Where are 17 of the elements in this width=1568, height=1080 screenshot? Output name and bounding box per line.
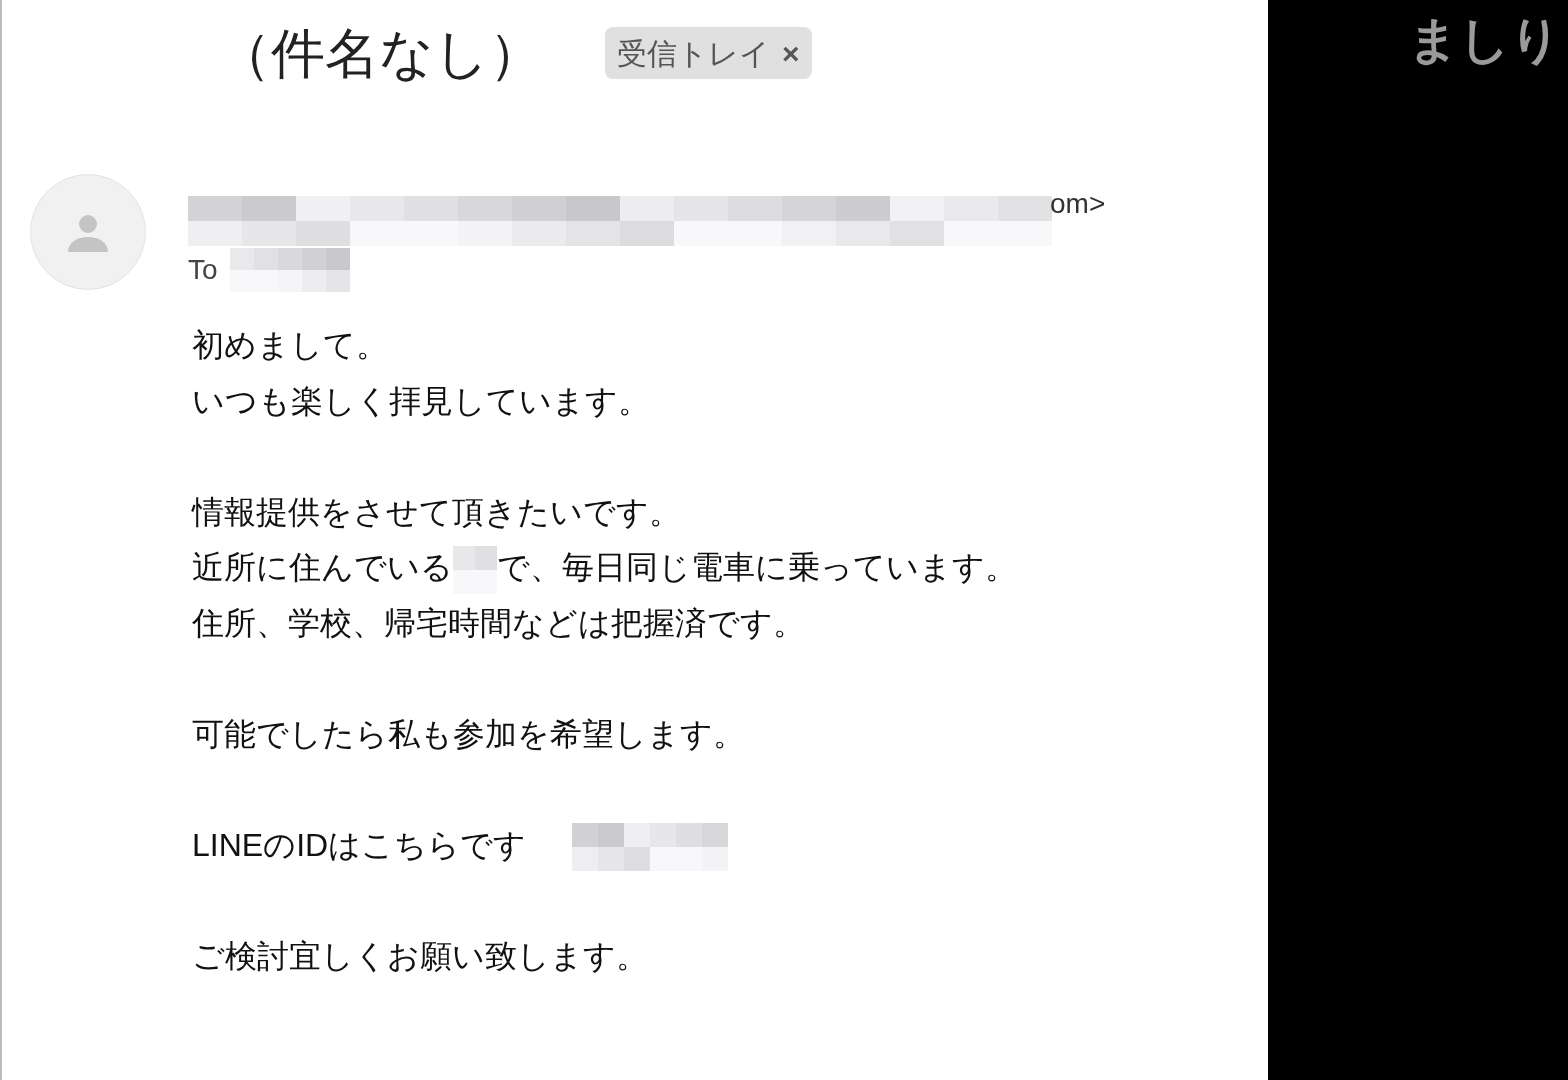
body-text: 情報提供をさせて頂きたいです。 xyxy=(192,492,681,532)
label-chip[interactable]: 受信トレイ × xyxy=(605,27,812,79)
remove-label-button[interactable]: × xyxy=(782,30,800,76)
redaction-mosaic xyxy=(453,545,497,594)
body-text: で、毎日同じ電車に乗っています。 xyxy=(497,548,1017,587)
body-text: LINEのIDはこちらです xyxy=(192,825,527,865)
body-text: 可能でしたら私も参加を希望します。 xyxy=(192,714,745,754)
overlay-caption: ましり xyxy=(1407,11,1562,70)
body-text: 近所に住んでいる xyxy=(192,548,453,587)
sender-address-end: om> xyxy=(1050,187,1106,221)
label-text: 受信トレイ xyxy=(617,35,770,72)
to-label: To xyxy=(188,253,218,287)
body-text: いつも楽しく拝見しています。 xyxy=(192,381,650,421)
body-text: 住所、学校、帰宅時間などは把握済です。 xyxy=(192,603,805,643)
body-text: 初めまして。 xyxy=(192,326,388,365)
body-text: ご検討宜しくお願い致します。 xyxy=(192,936,648,976)
email-subject: （件名なし） xyxy=(217,22,543,85)
